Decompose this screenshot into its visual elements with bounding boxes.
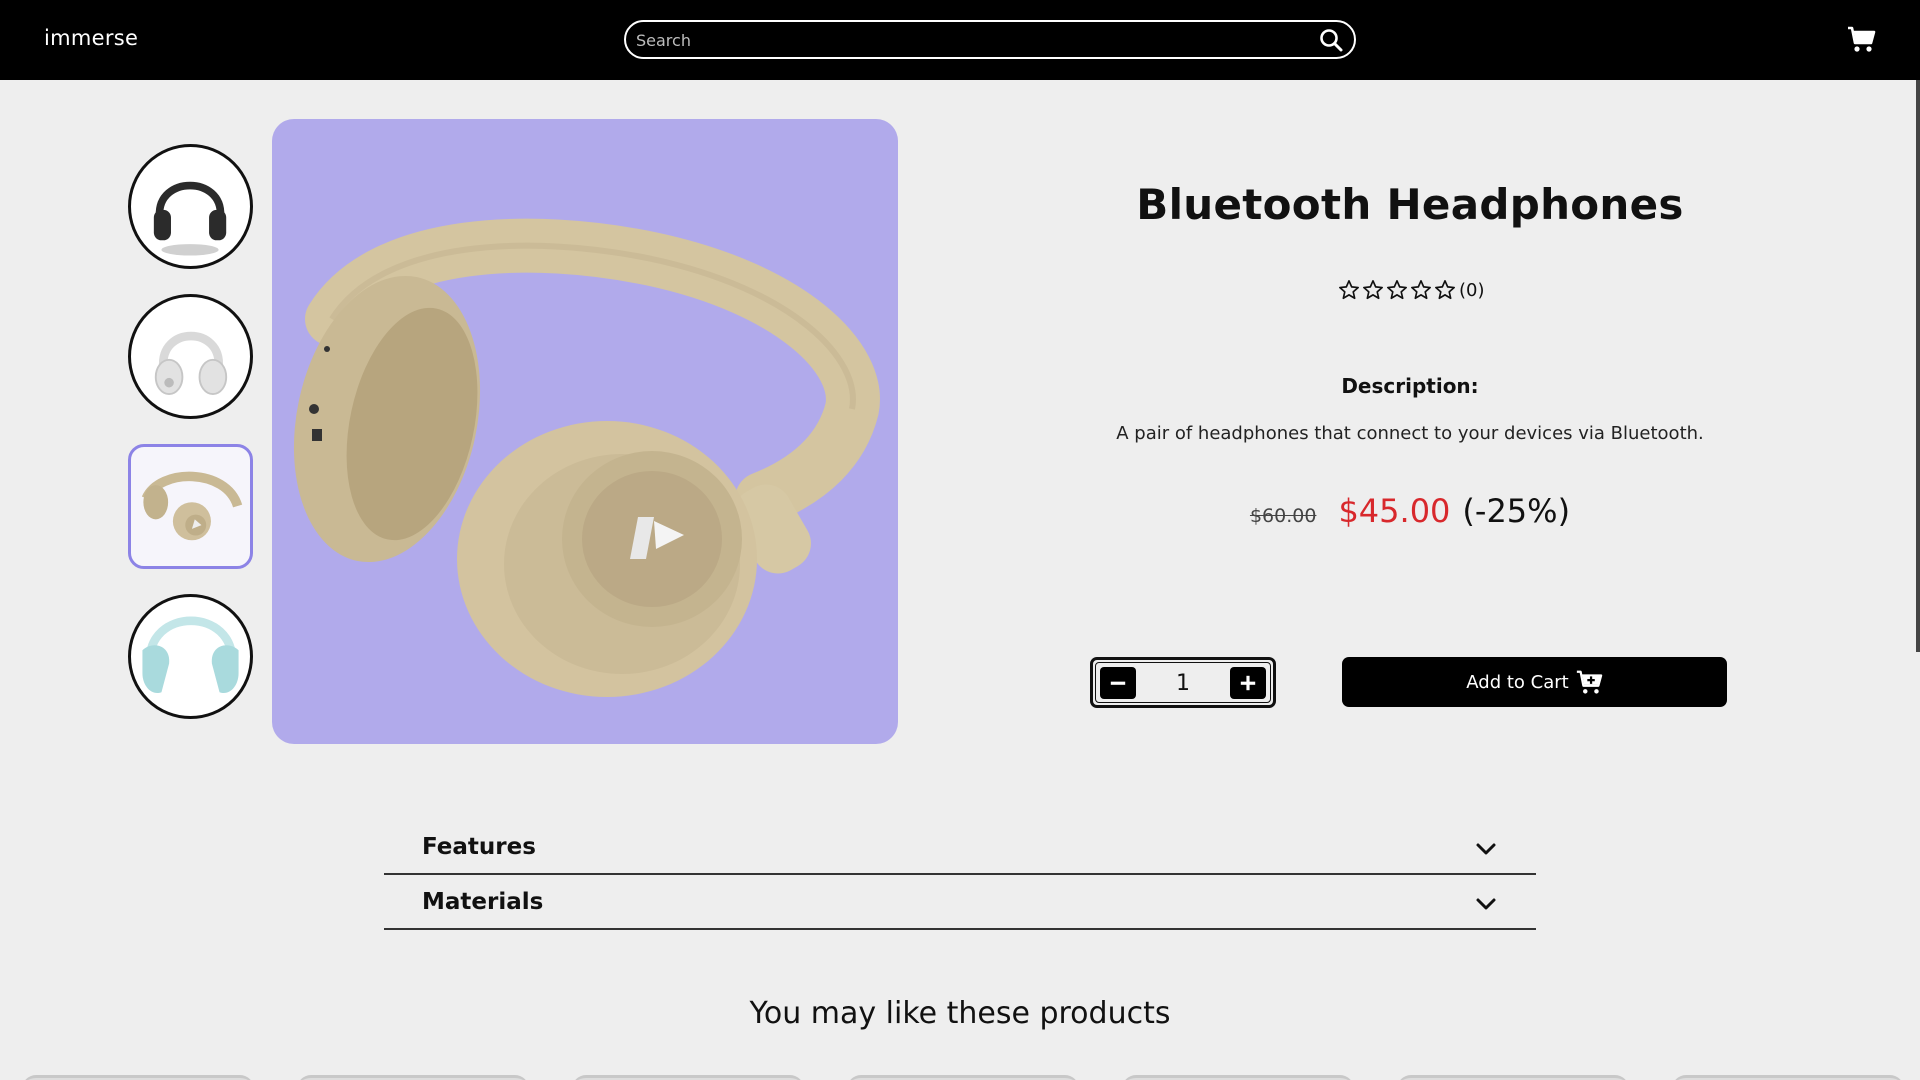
add-to-cart-label: Add to Cart — [1466, 671, 1569, 693]
description-label: Description: — [1341, 374, 1479, 398]
cart-plus-icon — [1576, 670, 1602, 694]
decrease-quantity-button[interactable] — [1100, 667, 1136, 699]
recommended-product-card[interactable] — [1397, 1075, 1629, 1080]
headphones-beige-image — [141, 471, 243, 541]
chevron-down-icon[interactable] — [1474, 837, 1498, 861]
recommended-product-card[interactable] — [1672, 1075, 1904, 1080]
headphones-white-image — [154, 331, 228, 396]
star-empty-icon[interactable] — [1386, 279, 1408, 301]
original-price: $60.00 — [1249, 505, 1317, 527]
star-empty-icon[interactable] — [1434, 279, 1456, 301]
rating-count: (0) — [1459, 279, 1485, 301]
add-to-cart-button[interactable]: Add to Cart — [1342, 657, 1727, 707]
thumbnail-white-headphones[interactable] — [128, 294, 253, 419]
star-empty-icon[interactable] — [1338, 279, 1360, 301]
cart-icon[interactable] — [1846, 24, 1876, 54]
product-title: Bluetooth Headphones — [1136, 180, 1684, 229]
search-icon[interactable] — [1318, 27, 1344, 53]
thumbnail-teal-headphones[interactable] — [128, 594, 253, 719]
minus-icon — [1110, 681, 1126, 685]
materials-accordion[interactable]: Materials — [384, 875, 1536, 930]
recommendations-title: You may like these products — [749, 996, 1171, 1031]
features-accordion-label: Features — [422, 834, 536, 860]
recommended-product-card[interactable] — [297, 1075, 529, 1080]
recommended-product-card[interactable] — [22, 1075, 254, 1080]
recommended-product-card[interactable] — [1122, 1075, 1354, 1080]
discount-badge: (-25%) — [1462, 492, 1571, 530]
headphones-teal-image — [142, 616, 239, 694]
chevron-down-icon[interactable] — [1474, 892, 1498, 916]
sale-price: $45.00 — [1338, 492, 1451, 530]
description-text: A pair of headphones that connect to you… — [1116, 423, 1704, 444]
star-rating[interactable]: (0) — [1338, 276, 1485, 304]
headphones-black-image — [153, 181, 227, 256]
quantity-input[interactable] — [1143, 668, 1223, 698]
increase-quantity-button[interactable] — [1230, 667, 1266, 699]
search-bar[interactable] — [624, 20, 1356, 59]
top-nav-bar: immerse — [0, 0, 1920, 80]
thumbnail-beige-headphones[interactable] — [128, 444, 253, 569]
quantity-stepper — [1090, 657, 1276, 708]
thumbnail-black-headphones[interactable] — [128, 144, 253, 269]
page-scrollbar[interactable] — [1916, 80, 1920, 652]
search-input[interactable] — [636, 28, 1276, 52]
headphones-beige-large-image — [293, 218, 880, 697]
star-empty-icon[interactable] — [1410, 279, 1432, 301]
plus-icon — [1240, 675, 1256, 691]
features-accordion[interactable]: Features — [384, 820, 1536, 875]
price-block: $60.00 $45.00 (-25%) — [1000, 492, 1820, 530]
materials-accordion-label: Materials — [422, 889, 544, 915]
star-empty-icon[interactable] — [1362, 279, 1384, 301]
site-logo[interactable]: immerse — [44, 26, 138, 50]
recommended-product-card[interactable] — [572, 1075, 804, 1080]
recommended-product-card[interactable] — [847, 1075, 1079, 1080]
main-product-image — [272, 119, 898, 744]
